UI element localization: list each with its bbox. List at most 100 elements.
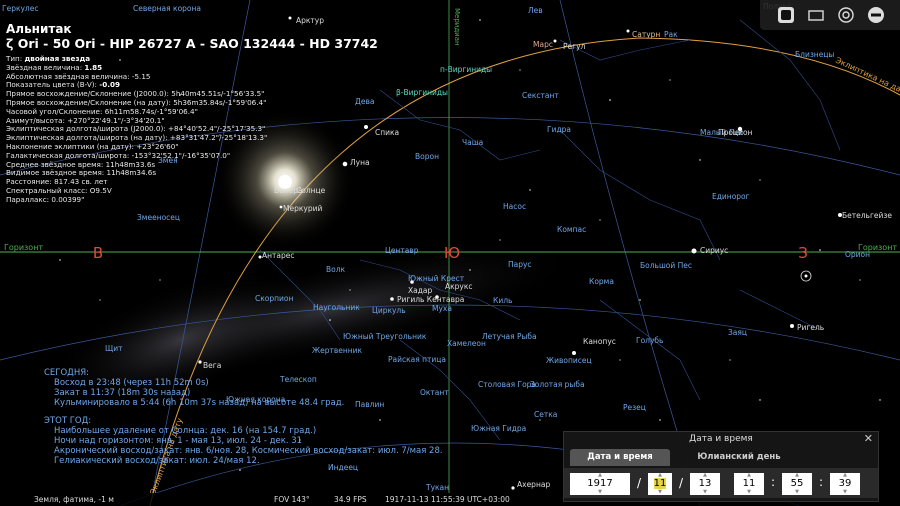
today-header: СЕГОДНЯ: <box>44 368 89 378</box>
sky-label[interactable]: Северная корона <box>133 4 201 13</box>
sky-label[interactable]: Змееносец <box>137 213 180 222</box>
cardinal-point: Ю <box>444 244 460 262</box>
sky-label[interactable]: Южная Гидра <box>471 424 526 433</box>
hour-spinbox[interactable]: ▲ 11 ▼ <box>734 473 764 495</box>
selected-star[interactable] <box>804 274 808 278</box>
sky-label[interactable]: Южный Треугольник <box>343 332 427 341</box>
sky-label[interactable]: Геркулес <box>2 4 38 13</box>
sky-label[interactable]: Резец <box>623 403 646 412</box>
info-value: двойная звезда <box>24 54 91 63</box>
down-arrow-icon[interactable]: ▼ <box>830 490 860 495</box>
today-line: Кульминировало в 5:44 (6h 10m 37s назад)… <box>54 398 345 408</box>
sky-label[interactable]: Меркурий <box>283 204 322 213</box>
sky-label[interactable]: Единорог <box>712 192 750 201</box>
object-name: Альнитак <box>6 22 72 36</box>
close-icon[interactable]: ✕ <box>864 432 873 445</box>
sky-label[interactable]: Ахернар <box>517 480 550 489</box>
object-identifiers: ζ Ori - 50 Ori - HIP 26727 A - SAO 13244… <box>6 36 378 51</box>
cardinal-point: В <box>93 244 103 262</box>
up-arrow-icon[interactable]: ▲ <box>570 473 630 478</box>
sky-label[interactable]: Жертвенник <box>312 346 363 355</box>
sky-label[interactable]: Хадар <box>408 286 433 295</box>
sky-label[interactable]: Живописец <box>546 356 592 365</box>
sky-label[interactable]: Центавр <box>385 246 419 255</box>
sky-label[interactable]: Антарес <box>262 251 295 260</box>
sky-label[interactable]: Волк <box>326 265 346 274</box>
up-arrow-icon[interactable]: ▲ <box>648 473 672 478</box>
sky-label[interactable]: Марс <box>533 40 553 49</box>
sky-label[interactable]: Гидра <box>547 125 571 134</box>
sky-label[interactable]: Парус <box>508 260 532 269</box>
fps-text: 34.9 FPS <box>334 495 367 504</box>
sky-label[interactable]: Лев <box>528 6 543 15</box>
window-icon[interactable] <box>806 5 826 25</box>
info-line: Параллакс: 0.00399" <box>6 195 446 205</box>
sky-label[interactable]: Наугольник <box>313 303 360 312</box>
sky-label[interactable]: Рак <box>664 30 678 39</box>
sky-label[interactable]: Циркуль <box>372 306 406 315</box>
sky-label[interactable]: Ригель <box>797 323 824 332</box>
sky-label[interactable]: Сатурн <box>632 30 660 39</box>
quit-icon[interactable] <box>866 5 886 25</box>
down-arrow-icon[interactable]: ▼ <box>690 490 720 495</box>
sky-label[interactable]: Хамелеон <box>447 339 486 348</box>
info-value: 6h11m58.74s/-1°59'06.4" <box>104 106 198 116</box>
sky-label[interactable]: Канопус <box>583 337 616 346</box>
info-label: Звёздная величина: <box>6 62 85 72</box>
down-arrow-icon[interactable]: ▼ <box>782 490 812 495</box>
sky-label[interactable]: Секстант <box>522 91 559 100</box>
object-info-panel: Альнитак ζ Ori - 50 Ori - HIP 26727 A - … <box>6 22 446 205</box>
sky-label[interactable]: Скорпион <box>255 294 293 303</box>
up-arrow-icon[interactable]: ▲ <box>782 473 812 478</box>
sky-label[interactable]: Орион <box>845 250 870 259</box>
sky-label[interactable]: Регул <box>563 42 586 51</box>
sky-label[interactable]: Щит <box>105 344 123 353</box>
info-value: 11h48m33.6s <box>105 159 156 169</box>
location-text[interactable]: Земля, фатима, -1 м <box>34 495 114 504</box>
info-label: Наклонение эклиптики (на дату): <box>6 141 137 151</box>
day-spinbox[interactable]: ▲ 13 ▼ <box>690 473 720 495</box>
minute-spinbox[interactable]: ▲ 55 ▼ <box>782 473 812 495</box>
year-line: Гелиакический восход/закат: июл. 24/мая … <box>54 456 260 466</box>
month-spinbox[interactable]: ▲ 11 ▼ <box>648 473 672 495</box>
datetime-dialog: Дата и время ✕ Дата и время Юлианский де… <box>563 431 879 502</box>
sky-label[interactable]: Корма <box>589 277 614 286</box>
fullscreen-icon[interactable] <box>776 5 796 25</box>
dialog-title: Дата и время <box>689 434 753 444</box>
sky-label[interactable]: п-Виргиниды <box>440 65 492 74</box>
sky-label[interactable]: Насос <box>503 202 526 211</box>
sky-label[interactable]: Процион <box>718 128 753 137</box>
sky-label[interactable]: Компас <box>557 225 586 234</box>
year-spinbox[interactable]: ▲ 1917 ▼ <box>570 473 630 495</box>
sky-label[interactable]: Бетельгейзе <box>842 211 892 220</box>
visibility-panel: СЕГОДНЯ: Восход в 23:48 (через 11h 52m 0… <box>44 368 444 466</box>
sky-label[interactable]: Сетка <box>534 410 557 419</box>
second-spinbox[interactable]: ▲ 39 ▼ <box>830 473 860 495</box>
up-arrow-icon[interactable]: ▲ <box>734 473 764 478</box>
sky-label[interactable]: Большой Пес <box>640 261 692 270</box>
sky-label[interactable]: Близнецы <box>795 50 834 59</box>
up-arrow-icon[interactable]: ▲ <box>830 473 860 478</box>
sky-label[interactable]: Летучая Рыба <box>482 332 537 341</box>
sky-label[interactable]: Муха <box>432 304 452 313</box>
sky-label[interactable]: Сириус <box>700 246 728 255</box>
up-arrow-icon[interactable]: ▲ <box>690 473 720 478</box>
sky-label[interactable]: Райская птица <box>388 355 446 364</box>
sky-label[interactable]: Заяц <box>728 328 747 337</box>
down-arrow-icon[interactable]: ▼ <box>570 490 630 495</box>
sky-label[interactable]: Золотая рыба <box>530 380 585 389</box>
sky-label[interactable]: Акрукс <box>445 282 473 291</box>
sky-label[interactable]: Голубь <box>636 336 663 345</box>
sky-label[interactable]: Чаша <box>462 138 483 147</box>
sky-label[interactable]: Тукан <box>425 483 449 492</box>
target-icon[interactable] <box>836 5 856 25</box>
datetime-text[interactable]: 1917-11-13 11:55:39 UTC+03:00 <box>385 495 510 504</box>
sky-label[interactable]: Киль <box>493 296 512 305</box>
down-arrow-icon[interactable]: ▼ <box>734 490 764 495</box>
down-arrow-icon[interactable]: ▼ <box>648 490 672 495</box>
sky-label[interactable]: Ригиль Кентавра <box>397 295 464 304</box>
tab-datetime[interactable]: Дата и время <box>570 449 670 466</box>
tab-julian-day[interactable]: Юлианский день <box>674 449 804 466</box>
sky-label[interactable]: Столовая Гора <box>478 380 536 389</box>
info-label: Часовой угол/Склонение: <box>6 106 105 116</box>
